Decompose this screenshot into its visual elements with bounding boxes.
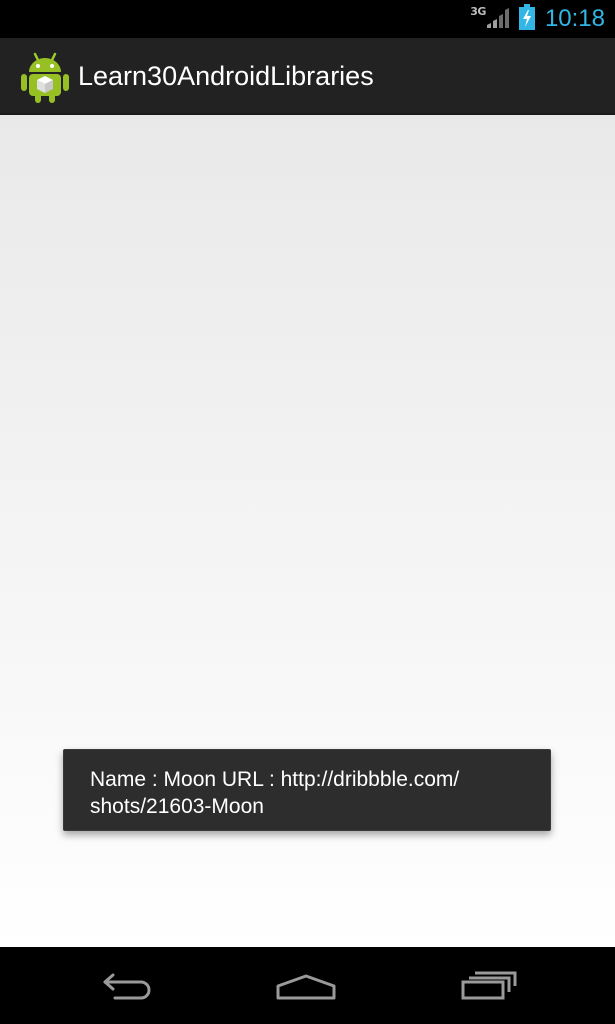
network-type-label: 3G: [470, 4, 486, 18]
toast-line-1: Name : Moon URL : http://dribbble.com/: [90, 768, 460, 791]
toast-message: Name : Moon URL : http://dribbble.com/ s…: [63, 749, 551, 831]
status-bar: 3G 10:18: [0, 0, 615, 38]
recent-apps-icon: [458, 966, 518, 1006]
back-arrow-icon: [97, 966, 157, 1006]
navigation-bar: [0, 947, 615, 1024]
battery-charging-icon: [518, 4, 535, 34]
recent-apps-button[interactable]: [448, 961, 528, 1011]
app-title: Learn30AndroidLibraries: [78, 61, 374, 91]
action-bar: Learn30AndroidLibraries: [0, 38, 615, 115]
home-icon: [275, 966, 337, 1006]
home-button[interactable]: [266, 961, 346, 1011]
back-button[interactable]: [87, 961, 167, 1011]
toast-line-2: shots/21603-Moon: [90, 795, 264, 818]
android-robot-icon[interactable]: [20, 50, 70, 104]
status-clock: 10:18: [544, 5, 605, 32]
signal-bars-icon: [486, 6, 509, 32]
